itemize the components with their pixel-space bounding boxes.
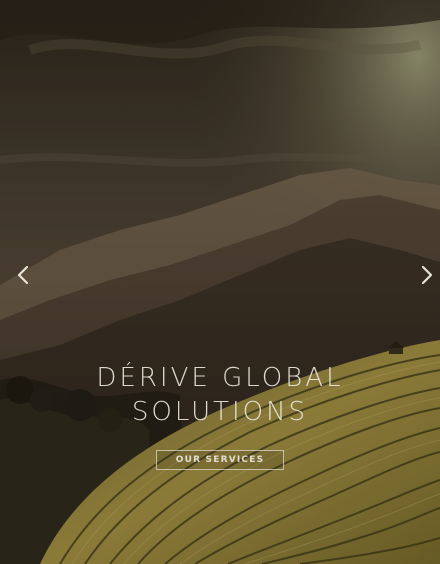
hero-background-image xyxy=(0,0,440,564)
carousel-prev-button[interactable] xyxy=(10,262,36,288)
carousel-next-button[interactable] xyxy=(414,262,440,288)
our-services-button[interactable]: OUR SERVICES xyxy=(156,450,284,470)
chevron-right-icon xyxy=(421,265,433,285)
hero-slider: DÉRIVE GLOBAL SOLUTIONS OUR SERVICES xyxy=(0,0,440,564)
hero-title-line-1: DÉRIVE GLOBAL xyxy=(96,363,344,393)
hero-title-line-2: SOLUTIONS xyxy=(131,397,309,427)
chevron-left-icon xyxy=(17,265,29,285)
